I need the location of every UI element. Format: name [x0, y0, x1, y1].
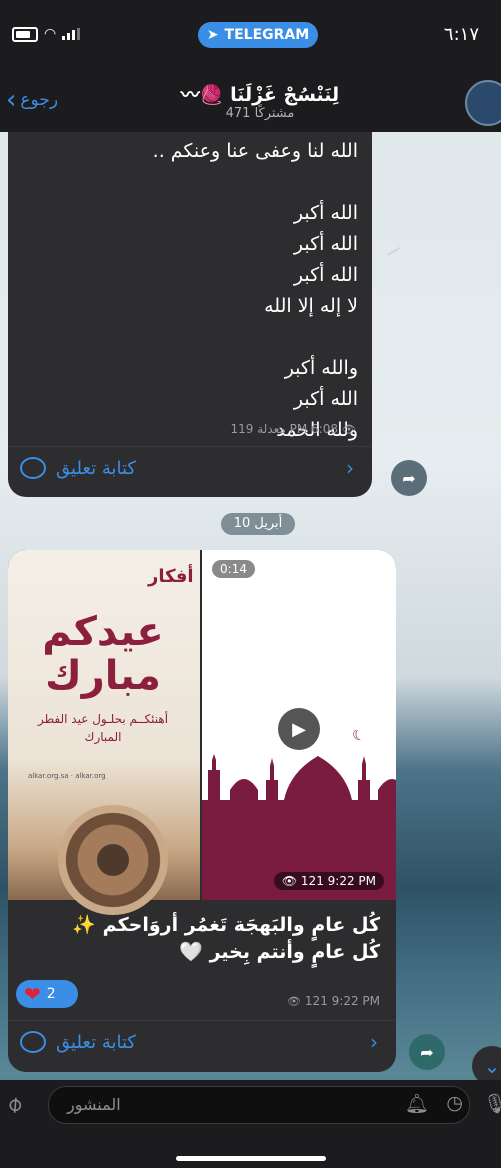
bell-icon[interactable]: 🔔︎: [405, 1092, 429, 1115]
timer-icon[interactable]: ◷: [446, 1092, 463, 1114]
card-title: عيدكم مبارك: [42, 609, 164, 699]
chevron-right-icon: ›: [346, 456, 354, 480]
comment-label: كتابة تعليق: [56, 1031, 136, 1053]
chevron-down-icon: ⌄: [483, 1054, 501, 1078]
status-bar: ◠ ➤ TELEGRAM ٦:١٧: [0, 0, 501, 70]
card-logo: أفكار: [148, 566, 194, 587]
back-label: رجوع: [20, 90, 59, 110]
message-line: الله أكبر: [293, 264, 358, 286]
caption-line-1: كُل عامٍ والبَهجَة تَغمُر أروَاحكم ✨: [72, 914, 380, 936]
svg-text:☾: ☾: [352, 730, 366, 744]
rosette-ornament: [58, 805, 168, 915]
eye-icon: 👁: [342, 422, 356, 436]
chevron-left-icon: ‹: [6, 85, 17, 115]
message-line: الله أكبر: [293, 202, 358, 224]
comment-bubble-icon: [20, 1031, 46, 1053]
share-arrow-icon: ➦: [420, 1042, 434, 1062]
eye-icon: 👁: [286, 994, 301, 1008]
battery-icon: [12, 26, 38, 42]
video-meta: 👁 121 9:22 PM: [273, 872, 384, 890]
share-arrow-icon: ➦: [402, 468, 416, 488]
share-button-1[interactable]: ➦: [391, 460, 427, 496]
message-2-meta-text: 121 9:22 PM: [304, 994, 380, 1008]
video-duration: 0:14: [212, 560, 255, 578]
telegram-pill[interactable]: ➤ TELEGRAM: [198, 22, 318, 48]
play-button[interactable]: ▶: [278, 708, 320, 750]
clock: ٦:١٧: [443, 24, 479, 45]
message-line: والله أكبر: [284, 357, 358, 379]
card-subtitle: أهنئكــم بحلـول عيد الفطر المبارك: [37, 712, 169, 744]
message-2-meta: 👁 121 9:22 PM: [287, 994, 380, 1008]
back-button[interactable]: ‹ رجوع: [6, 85, 59, 115]
message-1-meta-text: 119 معدلة PM 6:08: [230, 422, 339, 436]
status-icons: ◠: [12, 26, 81, 42]
message-2-caption: كُل عامٍ والبَهجَة تَغمُر أروَاحكم ✨ كُل…: [72, 912, 380, 966]
eid-greeting-image[interactable]: أفكار عيدكم مبارك أهنئكــم بحلـول عيد ال…: [8, 550, 200, 915]
heart-reaction[interactable]: ❤ 2: [16, 980, 78, 1008]
card-footer: alkar.org.sa · alkar.org: [28, 772, 106, 780]
message-line: الله أكبر: [293, 233, 358, 255]
subscriber-count: 471 مشتركًا: [225, 106, 295, 121]
message-line: الله أكبر: [293, 388, 358, 410]
message-line: الله لنا وعفى عنا وعنكم ..: [152, 140, 358, 162]
input-placeholder: المنشور: [67, 1095, 121, 1114]
date-separator: 10 أبريل: [221, 513, 295, 535]
eye-icon: 👁: [281, 874, 298, 888]
telegram-send-icon: ➤: [206, 27, 219, 43]
heart-icon: ❤: [24, 982, 41, 1006]
share-button-2[interactable]: ➦: [409, 1034, 445, 1070]
comment-label: كتابة تعليق: [56, 457, 136, 479]
video-meta-text: 121 9:22 PM: [300, 874, 376, 888]
telegram-pill-label: TELEGRAM: [224, 27, 310, 43]
comment-row-1[interactable]: كتابة تعليق ›: [8, 446, 372, 489]
channel-title[interactable]: لِنَنْسُجْ غَزْلَنَا 🧶〰: [170, 80, 350, 107]
message-1-text: الله لنا وعفى عنا وعنكم .. الله أكبر الل…: [153, 136, 358, 446]
message-bubble-1[interactable]: الله لنا وعفى عنا وعنكم .. الله أكبر الل…: [8, 132, 372, 497]
signal-icon: [62, 28, 81, 40]
reaction-count: 2: [46, 986, 56, 1002]
message-line: لا إله إلا الله: [264, 295, 358, 317]
caption-line-2: كُل عامٍ وأنتم بِخير 🤍: [179, 941, 380, 963]
message-bubble-2[interactable]: أفكار عيدكم مبارك أهنئكــم بحلـول عيد ال…: [8, 550, 396, 1072]
home-indicator: [176, 1156, 326, 1161]
chevron-right-icon: ›: [370, 1030, 378, 1054]
video-thumbnail[interactable]: ☾ 0:14 ▶ 👁 121 9:22 PM: [202, 550, 396, 900]
comment-row-2[interactable]: كتابة تعليق ›: [8, 1020, 396, 1063]
comment-bubble-icon: [20, 457, 46, 479]
mic-icon[interactable]: 🎙︎: [483, 1092, 501, 1115]
wifi-icon: ◠: [44, 26, 57, 42]
play-icon: ▶: [292, 718, 306, 740]
message-1-meta: 119 معدلة PM 6:08 👁: [231, 422, 356, 436]
